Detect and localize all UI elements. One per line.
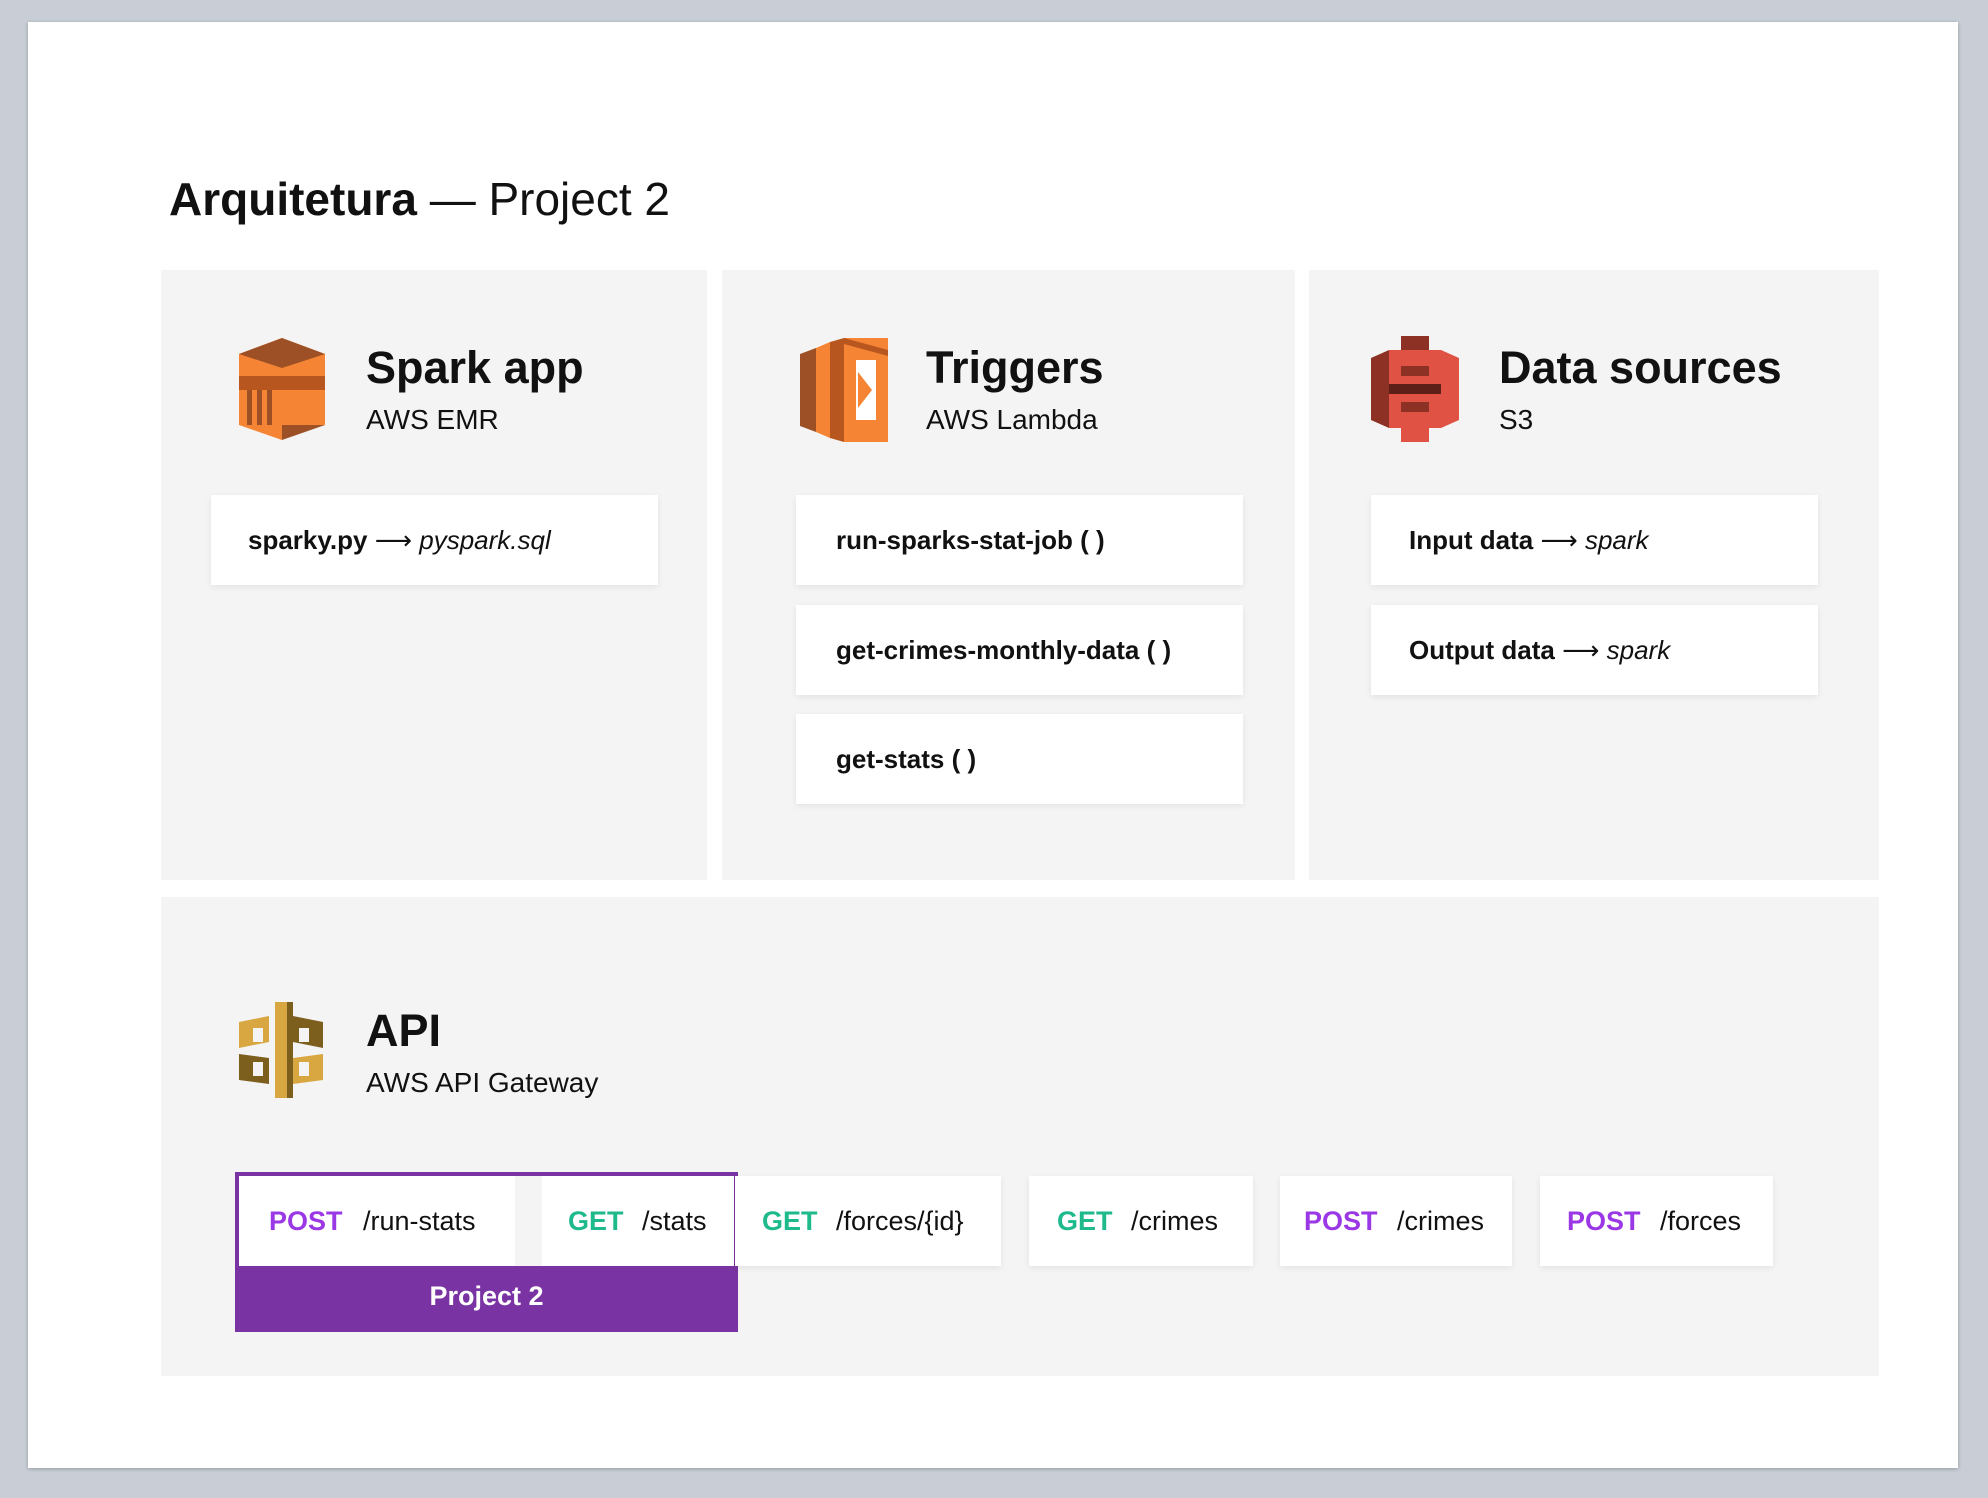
endpoint-post-crimes[interactable]: POST/crimes — [1280, 1176, 1512, 1266]
page: Arquitetura — Project 2 Spark app AWS EM… — [28, 22, 1958, 1468]
spark-app-heading: Spark app — [366, 342, 584, 393]
data-source-target: spark — [1606, 635, 1671, 665]
data-sources-subtitle: S3 — [1499, 404, 1534, 435]
endpoint-path: /crimes — [1397, 1206, 1484, 1236]
lambda-function-card[interactable]: run-sparks-stat-job ( ) — [796, 495, 1243, 585]
endpoint-get-crimes[interactable]: GET/crimes — [1029, 1176, 1253, 1266]
aws-s3-icon — [1371, 336, 1459, 442]
aws-lambda-icon — [800, 338, 888, 442]
http-method: GET — [762, 1206, 818, 1236]
http-method: POST — [1304, 1206, 1378, 1236]
project-2-group: POST/run-stats GET/stats Project 2 — [235, 1172, 738, 1332]
endpoint-path: /run-stats — [363, 1206, 476, 1236]
triggers-heading: Triggers — [926, 342, 1104, 393]
arrow-icon: ⟶ — [1562, 635, 1600, 665]
lambda-function-card[interactable]: get-crimes-monthly-data ( ) — [796, 605, 1243, 695]
page-title-bold: Arquitetura — [169, 173, 417, 225]
endpoint-get-forces-id[interactable]: GET/forces/{id} — [735, 1176, 1001, 1266]
http-method: GET — [1057, 1206, 1113, 1236]
data-source-name: Output data — [1409, 635, 1555, 665]
spark-app-subtitle: AWS EMR — [366, 404, 499, 435]
endpoint-path: /forces — [1660, 1206, 1742, 1236]
lambda-function-label: run-sparks-stat-job ( ) — [836, 525, 1105, 555]
aws-api-gateway-icon — [239, 1002, 323, 1098]
arrow-icon: ⟶ — [1540, 525, 1578, 555]
spark-script-card: sparky.py ⟶ pyspark.sql — [211, 495, 658, 585]
page-title-rest: — Project 2 — [429, 173, 670, 225]
data-sources-panel: Data sources S3 Input data ⟶ spark Outpu… — [1309, 270, 1879, 880]
http-method: POST — [1567, 1206, 1641, 1236]
lambda-function-card[interactable]: get-stats ( ) — [796, 714, 1243, 804]
api-heading: API — [366, 1005, 442, 1056]
page-title: Arquitetura — Project 2 — [169, 172, 670, 226]
aws-emr-icon — [239, 338, 325, 440]
arrow-icon: ⟶ — [374, 525, 412, 555]
data-source-target: spark — [1584, 525, 1649, 555]
triggers-panel: Triggers AWS Lambda run-sparks-stat-job … — [722, 270, 1295, 880]
spark-app-panel: Spark app AWS EMR sparky.py ⟶ pyspark.sq… — [161, 270, 707, 880]
data-source-card: Input data ⟶ spark — [1371, 495, 1818, 585]
spark-script-target: pyspark.sql — [419, 525, 551, 555]
http-method: POST — [269, 1206, 343, 1236]
triggers-subtitle: AWS Lambda — [926, 404, 1098, 435]
lambda-function-label: get-stats ( ) — [836, 744, 977, 774]
endpoint-post-forces[interactable]: POST/forces — [1540, 1176, 1773, 1266]
project-2-label: Project 2 — [239, 1266, 734, 1328]
endpoint-post-run-stats[interactable]: POST/run-stats — [239, 1176, 515, 1266]
data-source-name: Input data — [1409, 525, 1534, 555]
endpoint-get-stats[interactable]: GET/stats — [542, 1176, 734, 1266]
spark-script-name: sparky.py — [248, 525, 368, 555]
endpoint-path: /forces/{id} — [836, 1206, 964, 1236]
data-source-card: Output data ⟶ spark — [1371, 605, 1818, 695]
endpoint-path: /crimes — [1131, 1206, 1218, 1236]
endpoint-path: /stats — [642, 1206, 707, 1236]
api-subtitle: AWS API Gateway — [366, 1067, 599, 1098]
data-sources-heading: Data sources — [1499, 342, 1782, 393]
lambda-function-label: get-crimes-monthly-data ( ) — [836, 635, 1172, 665]
http-method: GET — [568, 1206, 624, 1236]
